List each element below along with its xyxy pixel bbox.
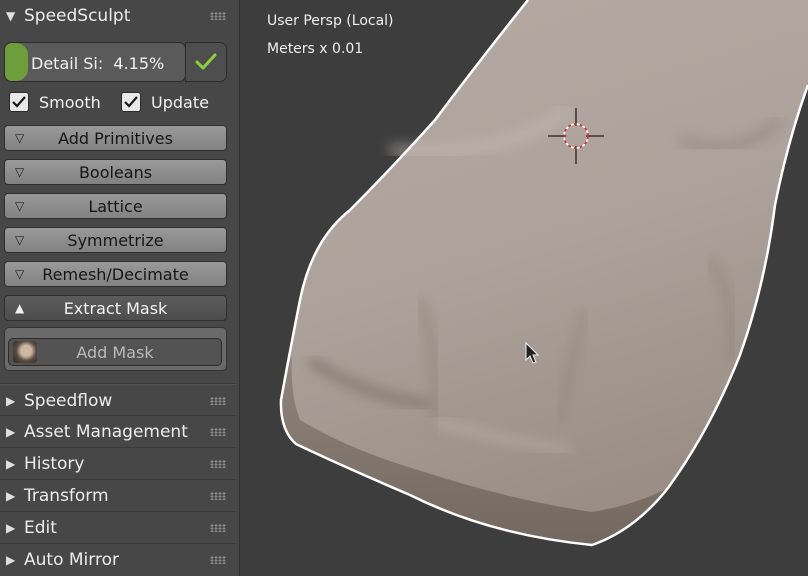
panel-title: Transform: [24, 485, 109, 506]
drag-grip-icon[interactable]: [210, 460, 226, 468]
panel-title: SpeedSculpt: [24, 5, 131, 26]
panel-header-auto-mirror[interactable]: ▶ Auto Mirror: [0, 544, 236, 575]
triangle-right-icon: ▶: [6, 393, 16, 408]
apply-detail-button[interactable]: [185, 42, 227, 82]
panel-title: Edit: [24, 517, 57, 538]
sculpt-mesh[interactable]: [279, 0, 808, 547]
add-mask-label: Add Mask: [76, 342, 154, 362]
units-label: Meters x 0.01: [267, 41, 364, 57]
triangle-up-icon: ▲: [15, 301, 25, 315]
subpanel-label: Remesh/Decimate: [42, 264, 189, 284]
update-label: Update: [151, 92, 209, 112]
drag-grip-icon[interactable]: [210, 12, 226, 20]
triangle-down-icon: ▽: [15, 131, 25, 145]
smooth-check-box: [9, 92, 29, 112]
drag-grip-icon[interactable]: [210, 428, 226, 436]
panel-header-speedsculpt[interactable]: ▼ SpeedSculpt: [0, 0, 236, 31]
brush-thumbnail-icon: [13, 341, 37, 363]
drag-grip-icon[interactable]: [210, 524, 226, 532]
subpanel-label: Booleans: [78, 162, 153, 182]
panel-header-speedflow[interactable]: ▶ Speedflow: [0, 385, 236, 416]
detail-label: Detail Si:: [31, 54, 104, 73]
subpanel-label: Symmetrize: [67, 230, 164, 250]
view-name-label: User Persp (Local): [267, 13, 394, 29]
triangle-down-icon: ▼: [6, 8, 16, 23]
triangle-down-icon: ▽: [15, 233, 25, 247]
triangle-right-icon: ▶: [6, 488, 16, 503]
detail-value: 4.15%: [113, 54, 165, 73]
drag-grip-icon[interactable]: [210, 556, 226, 564]
triangle-down-icon: ▽: [15, 199, 25, 213]
add-primitives-button[interactable]: ▽ Add Primitives: [4, 125, 227, 151]
update-checkbox[interactable]: Update: [121, 92, 209, 112]
add-mask-button[interactable]: Add Mask: [8, 338, 222, 366]
panel-title: History: [24, 453, 85, 474]
viewport-canvas[interactable]: [240, 0, 808, 576]
subpanel-label: Lattice: [88, 196, 143, 216]
triangle-right-icon: ▶: [6, 552, 16, 567]
checkmark-icon: [124, 96, 138, 108]
lattice-button[interactable]: ▽ Lattice: [4, 193, 227, 219]
smooth-label: Smooth: [39, 92, 101, 112]
checkmark-icon: [12, 96, 26, 108]
checkmark-icon: [195, 53, 217, 70]
3d-viewport[interactable]: User Persp (Local) Meters x 0.01: [240, 0, 808, 576]
smooth-checkbox[interactable]: Smooth: [9, 92, 101, 112]
slider-label: Detail Si: 4.15%: [31, 54, 164, 73]
panel-header-asset-management[interactable]: ▶ Asset Management: [0, 416, 236, 447]
detail-size-slider[interactable]: Detail Si: 4.15%: [4, 42, 186, 82]
panel-title: Auto Mirror: [24, 549, 119, 570]
symmetrize-button[interactable]: ▽ Symmetrize: [4, 227, 227, 253]
subpanel-label: Add Primitives: [58, 128, 173, 148]
triangle-down-icon: ▽: [15, 165, 25, 179]
extract-mask-button[interactable]: ▲ Extract Mask: [4, 295, 227, 321]
drag-grip-icon[interactable]: [210, 492, 226, 500]
panel-header-edit[interactable]: ▶ Edit: [0, 512, 236, 543]
tool-shelf: ▼ SpeedSculpt Detail Si: 4.15% Smooth Up…: [0, 0, 240, 576]
drag-grip-icon[interactable]: [210, 397, 226, 405]
subpanel-label: Extract Mask: [63, 298, 168, 318]
triangle-right-icon: ▶: [6, 456, 16, 471]
panel-header-history[interactable]: ▶ History: [0, 448, 236, 479]
triangle-right-icon: ▶: [6, 520, 16, 535]
remesh-decimate-button[interactable]: ▽ Remesh/Decimate: [4, 261, 227, 287]
triangle-right-icon: ▶: [6, 424, 16, 439]
update-check-box: [121, 92, 141, 112]
panel-title: Speedflow: [24, 390, 113, 411]
booleans-button[interactable]: ▽ Booleans: [4, 159, 227, 185]
panel-header-transform[interactable]: ▶ Transform: [0, 480, 236, 511]
slider-fill: [5, 43, 28, 81]
panel-title: Asset Management: [24, 421, 188, 442]
triangle-down-icon: ▽: [15, 267, 25, 281]
